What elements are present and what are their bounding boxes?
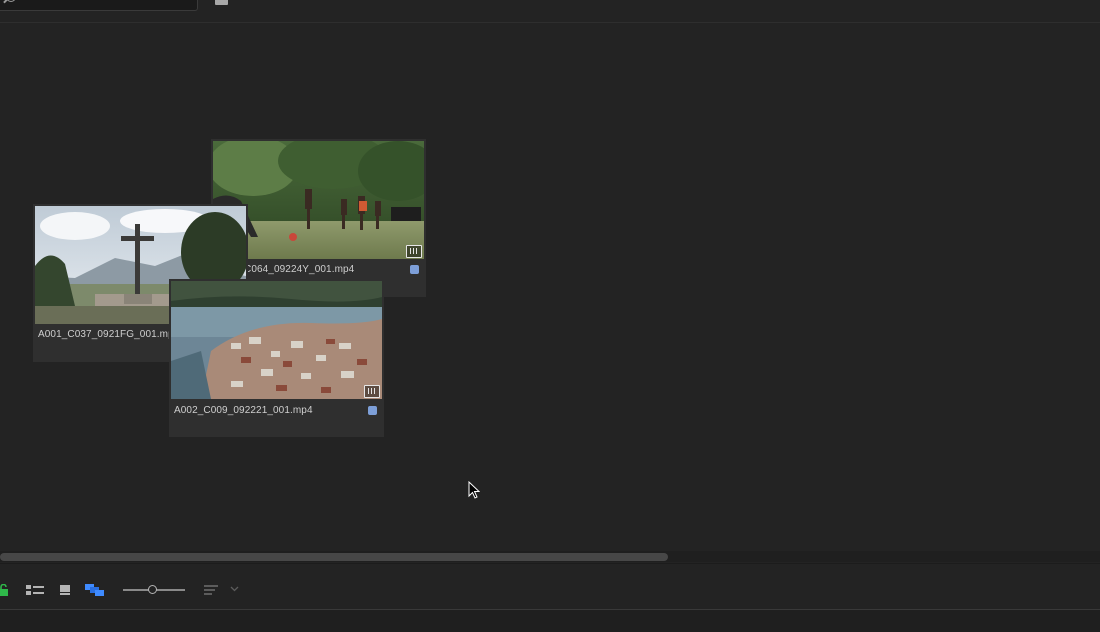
clip-item[interactable]: A002_C009_092221_001.mp4	[169, 279, 384, 437]
label-color-chip[interactable]	[410, 265, 419, 274]
freeform-view-area[interactable]: C064_09224Y_001.mp4 A001_C037_0921FG_001…	[0, 23, 1100, 550]
search-input[interactable]	[0, 0, 198, 11]
clip-thumbnail[interactable]	[171, 281, 382, 399]
project-panel-header	[0, 0, 1100, 23]
icon-view-icon[interactable]	[59, 584, 71, 596]
list-view-icon[interactable]	[26, 584, 44, 596]
project-panel-footer	[0, 563, 1100, 610]
sort-icon[interactable]	[204, 584, 218, 596]
scrollbar-thumb[interactable]	[0, 553, 668, 561]
zoom-slider[interactable]	[123, 585, 185, 594]
new-bin-icon[interactable]	[215, 0, 228, 5]
clip-name[interactable]: A002_C009_092221_001.mp4	[174, 405, 313, 416]
zoom-slider-handle[interactable]	[148, 585, 157, 594]
label-color-chip[interactable]	[368, 406, 377, 415]
panel-bottom-strip	[0, 609, 1100, 632]
audio-video-icon	[406, 245, 422, 258]
freeform-view-icon[interactable]	[85, 583, 105, 597]
audio-video-icon	[364, 385, 380, 398]
chevron-down-icon[interactable]	[230, 586, 239, 592]
clip-name[interactable]: A001_C037_0921FG_001.mp4	[38, 329, 179, 340]
lock-icon[interactable]	[0, 584, 10, 596]
clip-name[interactable]: C064_09224Y_001.mp4	[244, 264, 354, 275]
mouse-cursor	[468, 481, 480, 499]
horizontal-scrollbar[interactable]	[0, 551, 1100, 562]
